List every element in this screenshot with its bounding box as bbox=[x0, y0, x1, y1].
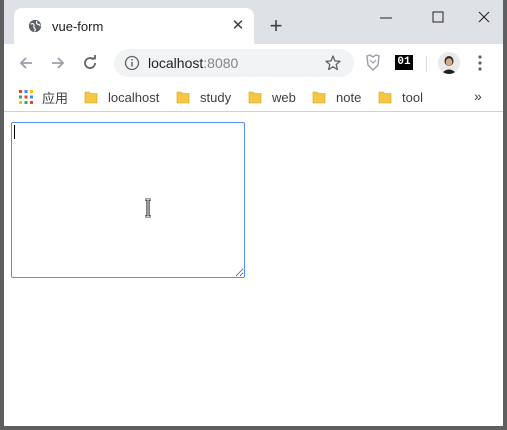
folder-icon bbox=[312, 91, 326, 104]
binary-extension-icon[interactable]: 01 bbox=[395, 55, 413, 70]
text-caret bbox=[14, 125, 15, 139]
new-tab-button[interactable]: + bbox=[266, 15, 286, 37]
forward-arrow-icon[interactable] bbox=[48, 53, 68, 73]
folder-icon bbox=[248, 91, 262, 104]
bookmark-folder-study[interactable]: study bbox=[176, 88, 231, 106]
info-icon[interactable] bbox=[124, 55, 140, 71]
page-content bbox=[4, 113, 503, 426]
bookmark-folder-tool[interactable]: tool bbox=[378, 88, 423, 106]
globe-icon bbox=[28, 19, 42, 33]
apps-grid-icon bbox=[19, 90, 33, 104]
profile-avatar[interactable] bbox=[438, 52, 460, 74]
text-area[interactable] bbox=[11, 122, 245, 278]
tab-title: vue-form bbox=[52, 19, 104, 34]
url-text[interactable]: localhost:8080 bbox=[148, 55, 238, 71]
minimize-icon[interactable] bbox=[374, 8, 398, 26]
close-window-icon[interactable] bbox=[472, 8, 496, 26]
browser-window: vue-form ✕ + localhost:8080 01 应用 localh… bbox=[0, 0, 507, 430]
bookmark-label: localhost bbox=[108, 89, 160, 105]
kebab-menu-icon[interactable] bbox=[475, 54, 485, 72]
url-port: :8080 bbox=[203, 55, 239, 71]
reload-icon[interactable] bbox=[80, 53, 100, 73]
bookmark-star-icon[interactable] bbox=[324, 54, 342, 72]
tab-vue-form[interactable]: vue-form ✕ bbox=[14, 8, 254, 44]
bookmark-folder-web[interactable]: web bbox=[248, 88, 296, 106]
bookmarks-bar: 应用 localhost study web note tool » bbox=[4, 82, 503, 112]
bookmarks-overflow-button[interactable]: » bbox=[474, 88, 482, 104]
back-arrow-icon[interactable] bbox=[16, 53, 36, 73]
avatar-icon bbox=[438, 52, 460, 74]
bookmark-folder-note[interactable]: note bbox=[312, 88, 361, 106]
browser-toolbar: localhost:8080 01 bbox=[4, 44, 503, 82]
bookmark-apps[interactable]: 应用 bbox=[18, 88, 68, 106]
bookmark-label: note bbox=[336, 89, 362, 105]
address-bar[interactable]: localhost:8080 bbox=[114, 49, 354, 77]
bookmark-label: study bbox=[200, 89, 232, 105]
folder-icon bbox=[176, 91, 190, 104]
text-cursor-icon bbox=[145, 198, 151, 218]
bookmark-label: web bbox=[272, 89, 296, 105]
close-tab-icon[interactable]: ✕ bbox=[230, 18, 246, 34]
folder-icon bbox=[84, 91, 98, 104]
bookmark-label: tool bbox=[402, 89, 423, 105]
tab-strip: vue-form ✕ + bbox=[4, 0, 503, 44]
maximize-icon[interactable] bbox=[426, 8, 450, 26]
url-host: localhost bbox=[148, 55, 204, 71]
folder-icon bbox=[378, 91, 392, 104]
toolbar-divider bbox=[426, 56, 427, 72]
bookmark-apps-label: 应用 bbox=[42, 90, 69, 106]
bookmark-folder-localhost[interactable]: localhost bbox=[84, 88, 159, 106]
shield-extension-icon[interactable] bbox=[366, 54, 380, 72]
